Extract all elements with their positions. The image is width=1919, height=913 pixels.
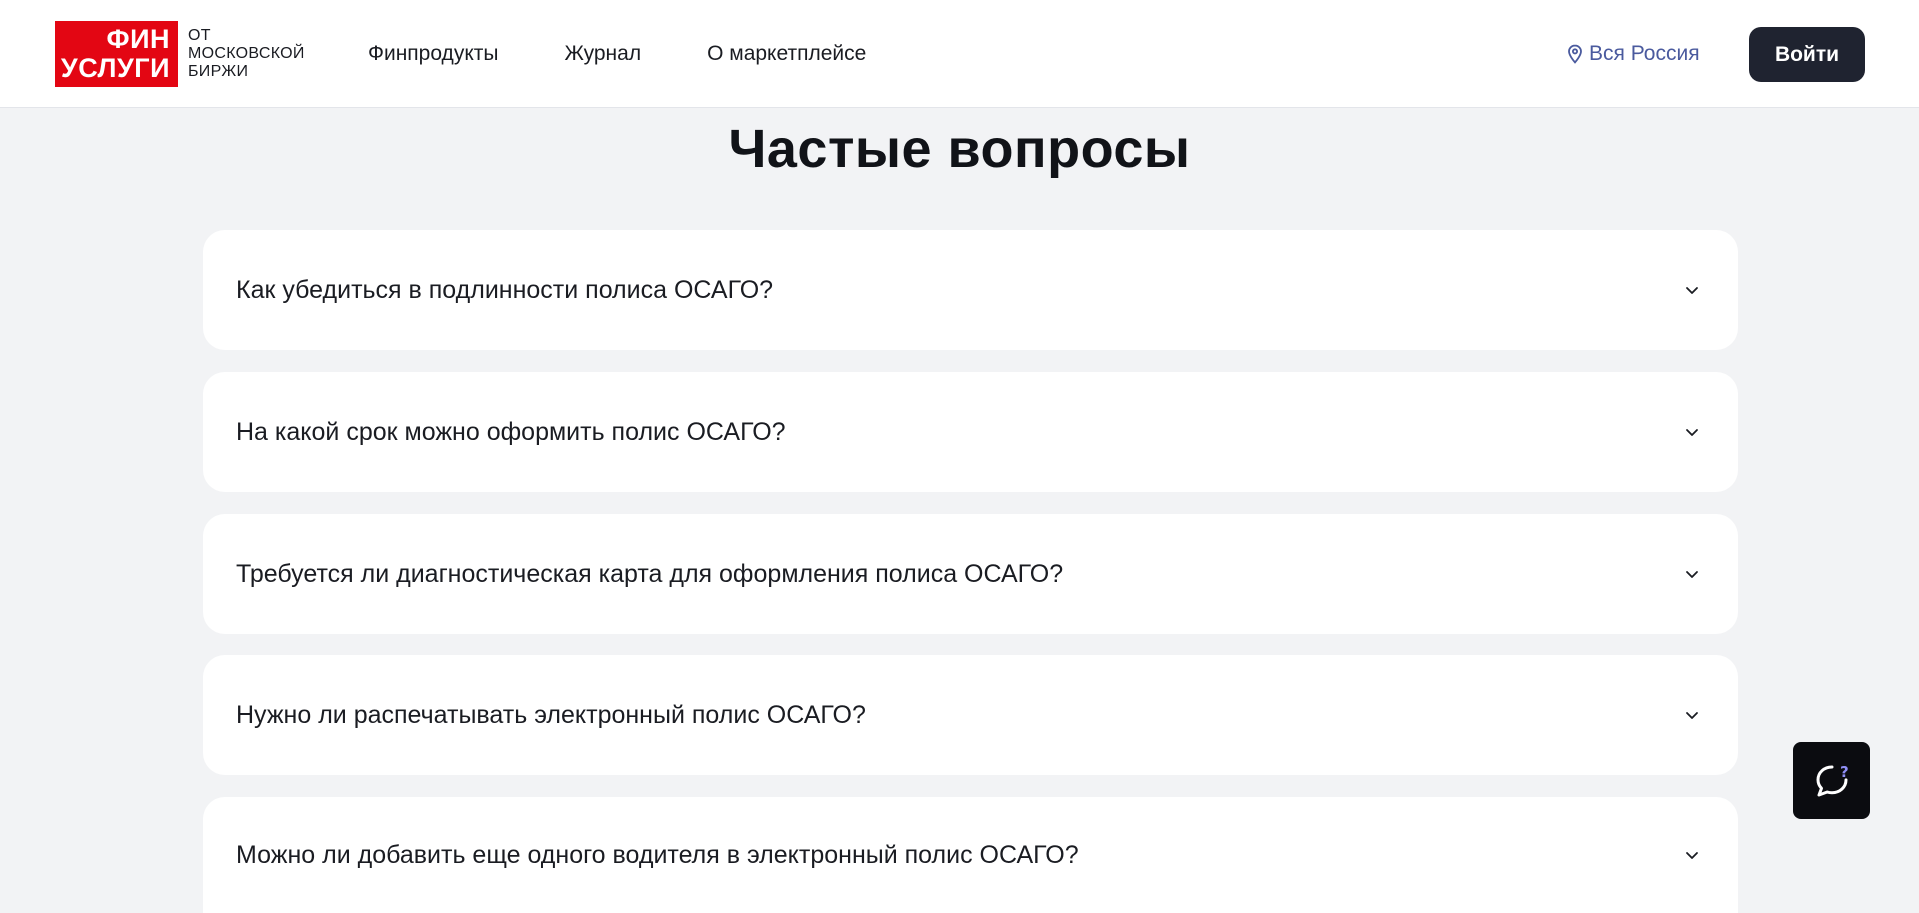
- logo-subtitle: ОТ МОСКОВСКОЙ БИРЖИ: [188, 27, 305, 81]
- faq-question: Нужно ли распечатывать электронный полис…: [236, 700, 866, 729]
- nav-item-journal[interactable]: Журнал: [564, 42, 641, 66]
- nav-item-about[interactable]: О маркетплейсе: [707, 42, 866, 66]
- faq-question: Требуется ли диагностическая карта для о…: [236, 559, 1064, 588]
- logo-sub-1: ОТ: [188, 27, 211, 44]
- faq-item-4[interactable]: Нужно ли распечатывать электронный полис…: [203, 655, 1738, 775]
- main-nav: Финпродукты Журнал О маркетплейсе: [368, 0, 932, 108]
- chevron-down-icon: [1686, 852, 1698, 859]
- faq-question: Как убедиться в подлинности полиса ОСАГО…: [236, 275, 774, 304]
- location-pin-icon: [1568, 44, 1582, 64]
- faq-title: Частые вопросы: [728, 119, 1191, 179]
- region-label: Вся Россия: [1589, 42, 1700, 65]
- svg-text:?: ?: [1840, 763, 1849, 781]
- faq-question: Можно ли добавить еще одного водителя в …: [236, 840, 1079, 869]
- chat-question-icon: ?: [1816, 763, 1849, 796]
- logo-sub-3: БИРЖИ: [188, 63, 249, 80]
- faq-item-5[interactable]: Можно ли добавить еще одного водителя в …: [203, 797, 1738, 913]
- region-selector[interactable]: Вся Россия: [1567, 38, 1700, 70]
- site-header: ФИН УСЛУГИ ОТ МОСКОВСКОЙ БИРЖИ Финпродук…: [0, 0, 1919, 108]
- help-chat-button[interactable]: ?: [1793, 742, 1870, 819]
- faq-question: На какой срок можно оформить полис ОСАГО…: [236, 417, 786, 446]
- logo-mark: ФИН УСЛУГИ: [55, 21, 178, 87]
- chevron-down-icon: [1686, 712, 1698, 719]
- chevron-down-icon: [1686, 571, 1698, 578]
- logo[interactable]: ФИН УСЛУГИ ОТ МОСКОВСКОЙ БИРЖИ: [55, 21, 305, 87]
- logo-line-2: УСЛУГИ: [60, 53, 170, 83]
- faq-item-3[interactable]: Требуется ли диагностическая карта для о…: [203, 514, 1738, 634]
- chevron-down-icon: [1686, 429, 1698, 436]
- login-button[interactable]: Войти: [1749, 27, 1865, 82]
- faq-item-2[interactable]: На какой срок можно оформить полис ОСАГО…: [203, 372, 1738, 492]
- nav-item-finproducts[interactable]: Финпродукты: [368, 42, 498, 66]
- faq-item-1[interactable]: Как убедиться в подлинности полиса ОСАГО…: [203, 230, 1738, 350]
- logo-sub-2: МОСКОВСКОЙ: [188, 45, 305, 62]
- chevron-down-icon: [1686, 287, 1698, 294]
- logo-line-1: ФИН: [106, 24, 170, 54]
